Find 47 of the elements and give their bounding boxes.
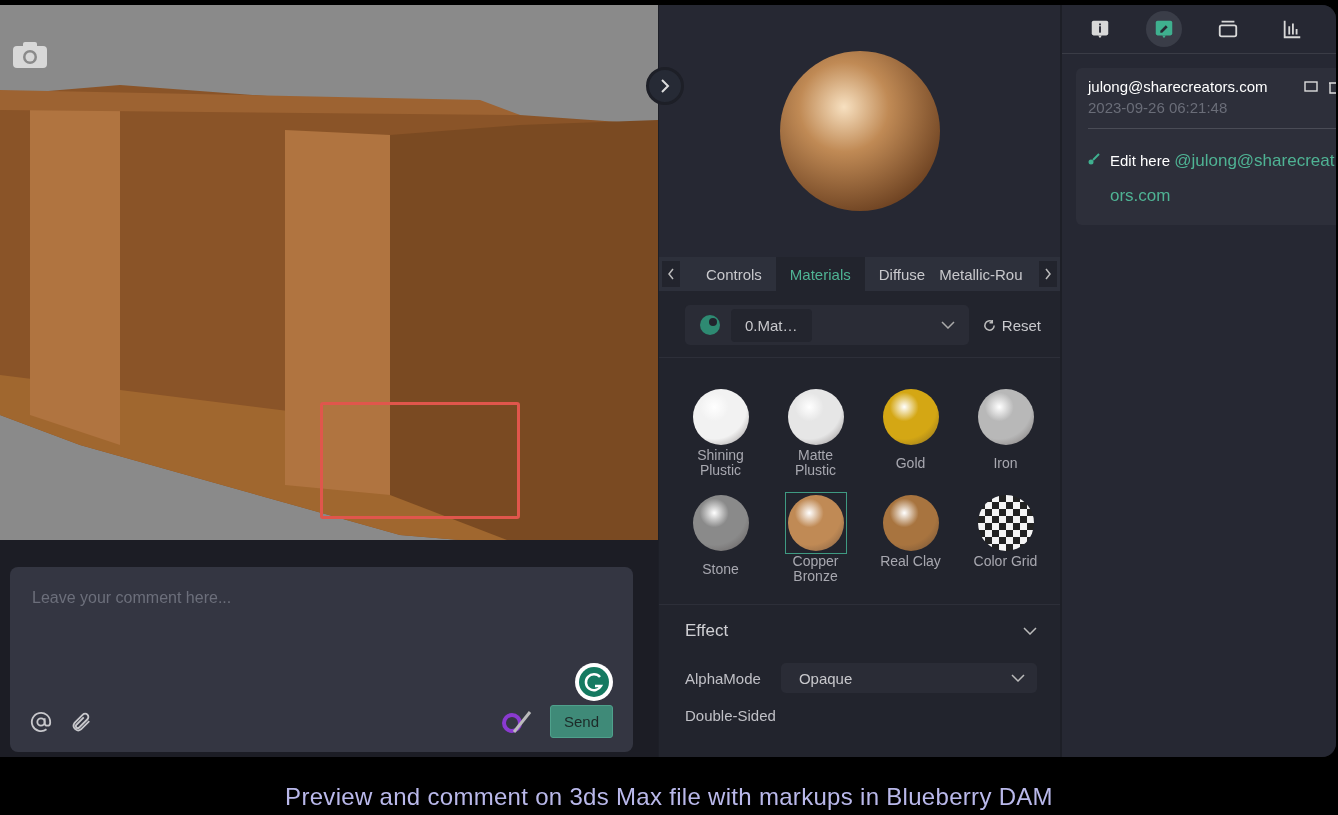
- material-preview-sphere[interactable]: [778, 50, 941, 212]
- delete-icon[interactable]: [1328, 79, 1336, 94]
- comment-author: julong@sharecreators.com: [1088, 78, 1268, 95]
- chevron-right-icon: [660, 79, 670, 93]
- refresh-icon: [982, 318, 996, 332]
- mention-icon[interactable]: [30, 710, 52, 733]
- side-panel-tab[interactable]: [1146, 11, 1182, 47]
- material-option[interactable]: Matte Plustic: [768, 386, 863, 478]
- material-option[interactable]: Iron: [958, 386, 1053, 478]
- material-option[interactable]: Gold: [863, 386, 958, 478]
- caption-text: Preview and comment on 3ds Max file with markups in Blueberry DAM: [284, 783, 1054, 811]
- panel-tab[interactable]: Controls: [692, 257, 776, 291]
- panel-tab[interactable]: Diffuse: [864, 257, 940, 291]
- material-option[interactable]: Shining Plustic: [673, 386, 768, 478]
- bar-chart-icon: [1281, 18, 1303, 40]
- tab-scroll-left-button[interactable]: [662, 261, 680, 287]
- layers-icon: [1217, 18, 1239, 40]
- panel-tab[interactable]: Materials: [775, 257, 865, 291]
- chevron-down-icon: [1011, 674, 1025, 682]
- material-ball-icon: [699, 314, 721, 336]
- field-label: AlphaMode: [685, 669, 761, 687]
- material-select[interactable]: 0.Mat…: [685, 305, 969, 345]
- send-button[interactable]: Send: [549, 705, 613, 738]
- alpha-mode-select[interactable]: Opaque: [780, 663, 1037, 693]
- comment-input[interactable]: Leave your comment here...: [30, 587, 613, 663]
- info-icon: [1089, 18, 1111, 40]
- paperclip-icon[interactable]: [70, 710, 92, 733]
- reply-icon[interactable]: [1304, 79, 1318, 94]
- material-option[interactable]: Real Clay: [863, 492, 958, 584]
- chevron-right-icon: [1044, 268, 1052, 280]
- grammar-assistant-icon[interactable]: [575, 663, 613, 701]
- material-option[interactable]: Copper Bronze: [768, 492, 863, 584]
- tab-scroll-right-button[interactable]: [1039, 261, 1057, 287]
- material-option[interactable]: Stone: [673, 492, 768, 584]
- chevron-icon[interactable]: [1023, 627, 1037, 635]
- panel-tab[interactable]: Metallic-Rou: [939, 257, 1023, 291]
- field-label: Double-Sided: [685, 707, 776, 724]
- chevron-left-icon: [667, 268, 675, 280]
- chevron-down-icon: [940, 321, 955, 329]
- comment-edit-icon: [1153, 18, 1175, 40]
- comment-date: 2023-09-26 06:21:48: [1088, 99, 1336, 129]
- section-title: Effect: [685, 621, 729, 641]
- comment-text: Edit here @julong@sharecreators.com: [1088, 143, 1336, 213]
- material-option[interactable]: Color Grid: [958, 492, 1053, 584]
- brush-icon: [1088, 153, 1100, 165]
- reset-button[interactable]: Reset: [982, 316, 1041, 334]
- comment-box[interactable]: Leave your comment here... Send: [10, 567, 633, 752]
